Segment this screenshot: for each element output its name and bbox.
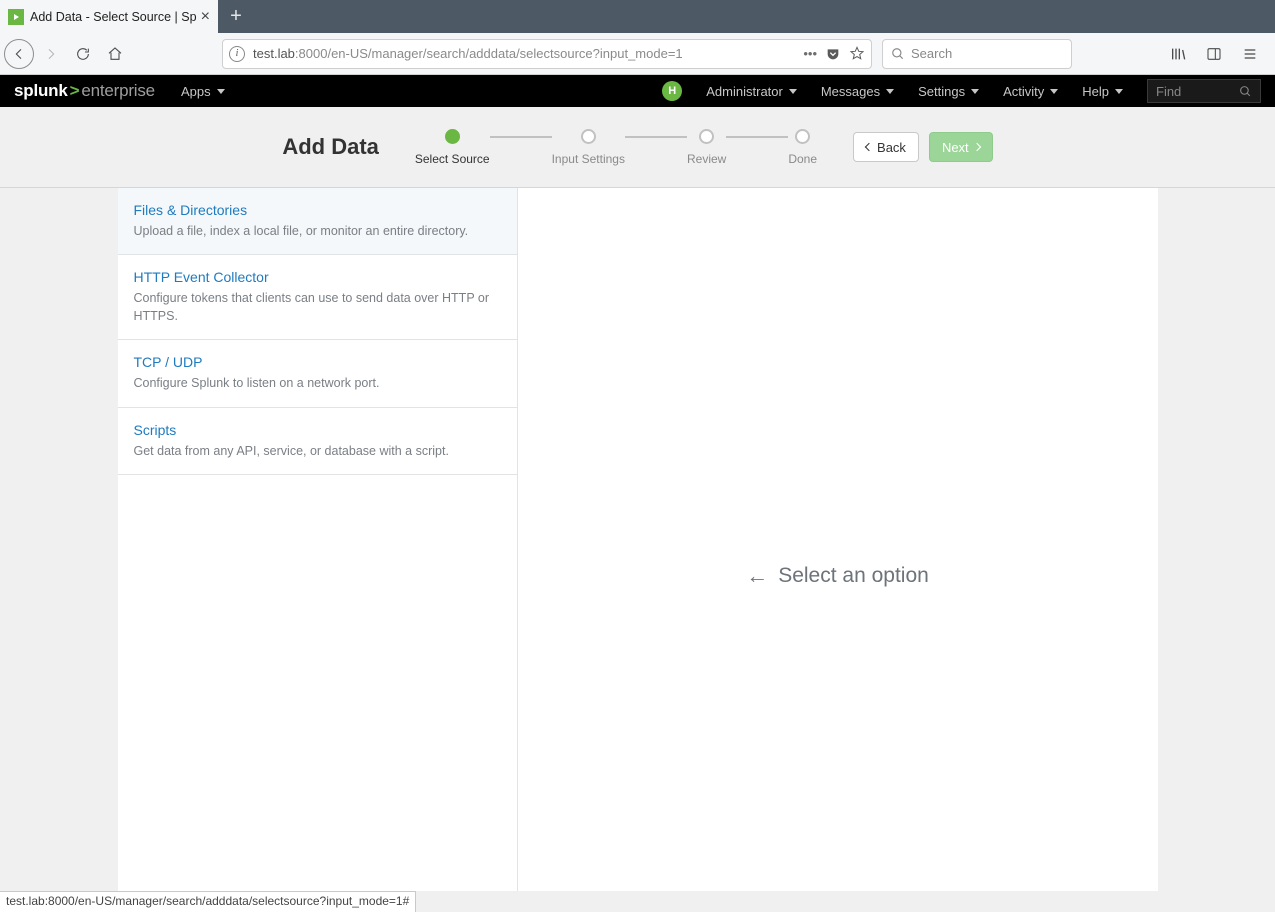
settings-menu[interactable]: Settings xyxy=(918,84,979,99)
step-input-settings: Input Settings xyxy=(552,129,625,166)
browser-search-placeholder: Search xyxy=(911,46,952,61)
source-scripts[interactable]: Scripts Get data from any API, service, … xyxy=(118,408,517,475)
bookmark-star-icon[interactable] xyxy=(849,46,865,62)
step-review: Review xyxy=(687,129,726,166)
search-icon xyxy=(1239,85,1252,98)
administrator-menu[interactable]: Administrator xyxy=(706,84,797,99)
info-icon[interactable]: i xyxy=(229,46,245,62)
tab-title: Add Data - Select Source | Sp xyxy=(30,10,201,24)
url-text: test.lab:8000/en-US/manager/search/addda… xyxy=(253,46,803,61)
activity-menu[interactable]: Activity xyxy=(1003,84,1058,99)
sidebar-icon[interactable] xyxy=(1199,39,1229,69)
hamburger-menu-icon[interactable] xyxy=(1235,39,1265,69)
browser-tab[interactable]: Add Data - Select Source | Sp × xyxy=(0,0,218,33)
splunk-top-nav: splunk>enterprise Apps H Administrator M… xyxy=(0,75,1275,107)
wizard-steps: Select Source Input Settings Review Done xyxy=(415,129,817,166)
status-bar: test.lab:8000/en-US/manager/search/addda… xyxy=(0,891,416,912)
search-icon xyxy=(891,47,905,61)
source-list: Files & Directories Upload a file, index… xyxy=(118,188,518,891)
source-http-event-collector[interactable]: HTTP Event Collector Configure tokens th… xyxy=(118,255,517,340)
apps-menu[interactable]: Apps xyxy=(181,84,225,99)
source-files-directories[interactable]: Files & Directories Upload a file, index… xyxy=(118,188,517,255)
messages-menu[interactable]: Messages xyxy=(821,84,894,99)
meatball-icon[interactable]: ••• xyxy=(803,46,817,61)
reload-button[interactable] xyxy=(68,39,98,69)
find-placeholder: Find xyxy=(1156,84,1181,99)
new-tab-button[interactable]: + xyxy=(218,0,254,33)
back-button[interactable]: Back xyxy=(853,132,919,162)
select-option-placeholder: ← Select an option xyxy=(746,260,929,891)
browser-tab-strip: Add Data - Select Source | Sp × + xyxy=(0,0,1275,33)
step-done: Done xyxy=(788,129,817,166)
pocket-icon[interactable] xyxy=(825,46,841,62)
help-menu[interactable]: Help xyxy=(1082,84,1123,99)
next-button: Next xyxy=(929,132,993,162)
close-tab-icon[interactable]: × xyxy=(201,8,210,26)
home-button[interactable] xyxy=(100,39,130,69)
url-bar[interactable]: i test.lab:8000/en-US/manager/search/add… xyxy=(222,39,872,69)
source-tcp-udp[interactable]: TCP / UDP Configure Splunk to listen on … xyxy=(118,340,517,407)
avatar[interactable]: H xyxy=(662,81,682,101)
find-input[interactable]: Find xyxy=(1147,79,1261,103)
splunk-logo[interactable]: splunk>enterprise xyxy=(14,81,155,101)
step-select-source: Select Source xyxy=(415,129,490,166)
browser-toolbar: i test.lab:8000/en-US/manager/search/add… xyxy=(0,33,1275,75)
wizard-header: Add Data Select Source Input Settings Re… xyxy=(0,107,1275,188)
main-panel: Files & Directories Upload a file, index… xyxy=(118,188,1158,891)
splunk-favicon xyxy=(8,9,24,25)
forward-button xyxy=(36,39,66,69)
browser-search-box[interactable]: Search xyxy=(882,39,1072,69)
arrow-left-icon: ← xyxy=(746,563,768,589)
library-icon[interactable] xyxy=(1163,39,1193,69)
detail-pane: ← Select an option xyxy=(518,188,1158,891)
back-button[interactable] xyxy=(4,39,34,69)
page-title: Add Data xyxy=(282,134,379,160)
